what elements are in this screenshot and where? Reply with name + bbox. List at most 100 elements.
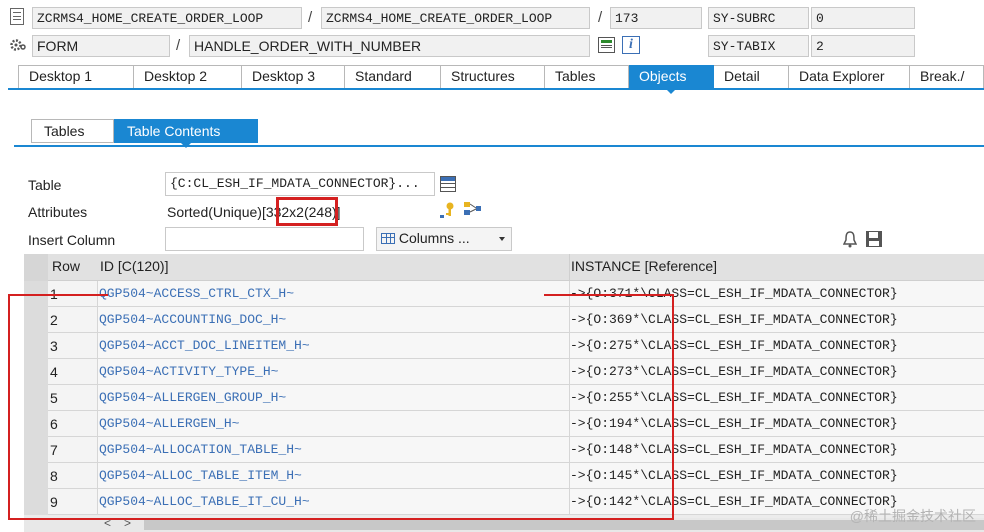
columns-button-label: Columns ... bbox=[398, 230, 470, 246]
include-field[interactable]: ZCRMS4_HOME_CREATE_ORDER_LOOP bbox=[321, 7, 590, 29]
attributes-label: Attributes bbox=[28, 204, 88, 220]
row-selector[interactable] bbox=[24, 307, 48, 333]
id-cell[interactable]: QGP504~ACCOUNTING_DOC_H~ bbox=[98, 307, 570, 333]
event-name-field[interactable]: HANDLE_ORDER_WITH_NUMBER bbox=[189, 35, 590, 57]
sy-tabix-value[interactable]: 2 bbox=[811, 35, 915, 57]
subtab-table-contents[interactable]: Table Contents bbox=[114, 119, 258, 148]
row-selector[interactable] bbox=[24, 437, 48, 463]
row-number: 5 bbox=[48, 385, 98, 411]
col-header-id[interactable]: ID [C(120)] bbox=[100, 258, 168, 274]
form-gear-icon bbox=[10, 38, 26, 52]
col-header-row[interactable]: Row bbox=[52, 258, 80, 274]
watermark-text: @稀土掘金技术社区 bbox=[849, 508, 976, 524]
horizontal-scrollbar[interactable]: < > bbox=[24, 516, 984, 532]
tab-standard[interactable]: Standard bbox=[345, 65, 441, 88]
row-selector[interactable] bbox=[24, 385, 48, 411]
table-display-icon[interactable] bbox=[440, 176, 456, 192]
table-row[interactable]: 3 QGP504~ACCT_DOC_LINEITEM_H~ ->{O:275*\… bbox=[24, 333, 984, 359]
id-cell[interactable]: QGP504~ALLERGEN_GROUP_H~ bbox=[98, 385, 570, 411]
dropdown-arrow-icon bbox=[499, 237, 505, 241]
instance-cell[interactable]: ->{O:148*\CLASS=CL_ESH_IF_MDATA_CONNECTO… bbox=[570, 437, 984, 463]
columns-button[interactable]: Columns ... bbox=[376, 227, 512, 251]
tab-breakpoints[interactable]: Break./ bbox=[910, 65, 984, 88]
table-row[interactable]: 6 QGP504~ALLERGEN_H~ ->{O:194*\CLASS=CL_… bbox=[24, 411, 984, 437]
sy-subrc-label: SY-SUBRC bbox=[708, 7, 809, 29]
tab-desktop-3[interactable]: Desktop 3 bbox=[242, 65, 345, 88]
table-row[interactable]: 9 QGP504~ALLOC_TABLE_IT_CU_H~ ->{O:142*\… bbox=[24, 489, 984, 515]
separator: / bbox=[308, 9, 313, 26]
table-header: Row ID [C(120)] INSTANCE [Reference] bbox=[24, 254, 984, 281]
line-field[interactable]: 173 bbox=[610, 7, 702, 29]
annotation-line bbox=[8, 294, 10, 520]
hierarchy-icon[interactable] bbox=[463, 200, 485, 218]
subtab-tables[interactable]: Tables bbox=[31, 119, 114, 143]
row-number: 9 bbox=[48, 489, 98, 515]
row-number: 2 bbox=[48, 307, 98, 333]
highlight-box bbox=[276, 197, 338, 226]
table-row[interactable]: 1 QGP504~ACCESS_CTRL_CTX_H~ ->{O:371*\CL… bbox=[24, 281, 984, 307]
row-number: 8 bbox=[48, 463, 98, 489]
instance-cell[interactable]: ->{O:255*\CLASS=CL_ESH_IF_MDATA_CONNECTO… bbox=[570, 385, 984, 411]
save-icon[interactable] bbox=[865, 230, 883, 248]
row-number: 7 bbox=[48, 437, 98, 463]
columns-grid-icon bbox=[381, 233, 395, 244]
separator: / bbox=[176, 37, 181, 54]
sy-subrc-value[interactable]: 0 bbox=[811, 7, 915, 29]
event-type-field[interactable]: FORM bbox=[32, 35, 170, 57]
instance-cell[interactable]: ->{O:369*\CLASS=CL_ESH_IF_MDATA_CONNECTO… bbox=[570, 307, 984, 333]
id-cell[interactable]: QGP504~ALLOCATION_TABLE_H~ bbox=[98, 437, 570, 463]
tab-tables[interactable]: Tables bbox=[545, 65, 629, 88]
tab-objects[interactable]: Objects bbox=[629, 65, 714, 94]
id-cell[interactable]: QGP504~ALLOC_TABLE_IT_CU_H~ bbox=[98, 489, 570, 515]
row-selector[interactable] bbox=[24, 359, 48, 385]
separator: / bbox=[598, 9, 603, 26]
table-row[interactable]: 7 QGP504~ALLOCATION_TABLE_H~ ->{O:148*\C… bbox=[24, 437, 984, 463]
insert-column-field[interactable] bbox=[165, 227, 364, 251]
tabs-divider bbox=[8, 88, 984, 90]
tab-detail[interactable]: Detail bbox=[714, 65, 789, 88]
instance-cell[interactable]: ->{O:275*\CLASS=CL_ESH_IF_MDATA_CONNECTO… bbox=[570, 333, 984, 359]
annotation-line bbox=[8, 294, 108, 296]
debugger-tabs: Desktop 1 Desktop 2 Desktop 3 Standard S… bbox=[18, 65, 984, 94]
bell-icon[interactable] bbox=[842, 230, 858, 248]
table-name-field[interactable]: {C:CL_ESH_IF_MDATA_CONNECTOR}... bbox=[165, 172, 435, 196]
tab-structures[interactable]: Structures bbox=[441, 65, 545, 88]
col-header-instance[interactable]: INSTANCE [Reference] bbox=[571, 258, 717, 274]
key-icon[interactable] bbox=[439, 201, 455, 219]
instance-cell[interactable]: ->{O:273*\CLASS=CL_ESH_IF_MDATA_CONNECTO… bbox=[570, 359, 984, 385]
tab-data-explorer[interactable]: Data Explorer bbox=[789, 65, 910, 88]
instance-cell[interactable]: ->{O:194*\CLASS=CL_ESH_IF_MDATA_CONNECTO… bbox=[570, 411, 984, 437]
row-selector[interactable] bbox=[24, 411, 48, 437]
header-divider bbox=[569, 254, 570, 281]
table-row[interactable]: 2 QGP504~ACCOUNTING_DOC_H~ ->{O:369*\CLA… bbox=[24, 307, 984, 333]
insert-column-label: Insert Column bbox=[28, 232, 116, 248]
tab-desktop-1[interactable]: Desktop 1 bbox=[18, 65, 134, 88]
id-cell[interactable]: QGP504~ALLOC_TABLE_ITEM_H~ bbox=[98, 463, 570, 489]
tab-desktop-2[interactable]: Desktop 2 bbox=[134, 65, 242, 88]
object-subtabs: Tables Table Contents bbox=[31, 119, 258, 148]
row-number: 4 bbox=[48, 359, 98, 385]
program-field[interactable]: ZCRMS4_HOME_CREATE_ORDER_LOOP bbox=[32, 7, 302, 29]
row-number: 6 bbox=[48, 411, 98, 437]
row-number: 3 bbox=[48, 333, 98, 359]
info-icon[interactable]: i bbox=[622, 36, 640, 54]
table-row[interactable]: 4 QGP504~ACTIVITY_TYPE_H~ ->{O:273*\CLAS… bbox=[24, 359, 984, 385]
table-label: Table bbox=[28, 177, 62, 193]
display-object-icon[interactable] bbox=[598, 37, 615, 53]
row-selector[interactable] bbox=[24, 333, 48, 359]
table-row[interactable]: 8 QGP504~ALLOC_TABLE_ITEM_H~ ->{O:145*\C… bbox=[24, 463, 984, 489]
id-cell[interactable]: QGP504~ACTIVITY_TYPE_H~ bbox=[98, 359, 570, 385]
id-cell[interactable]: QGP504~ACCESS_CTRL_CTX_H~ bbox=[98, 281, 570, 307]
annotation-line bbox=[544, 294, 674, 296]
row-selector[interactable] bbox=[24, 489, 48, 515]
source-code-icon bbox=[10, 8, 24, 25]
row-selector[interactable] bbox=[24, 463, 48, 489]
id-cell[interactable]: QGP504~ACCT_DOC_LINEITEM_H~ bbox=[98, 333, 570, 359]
table-row[interactable]: 5 QGP504~ALLERGEN_GROUP_H~ ->{O:255*\CLA… bbox=[24, 385, 984, 411]
annotation-line bbox=[8, 518, 674, 520]
sy-tabix-label: SY-TABIX bbox=[708, 35, 809, 57]
instance-cell[interactable]: ->{O:145*\CLASS=CL_ESH_IF_MDATA_CONNECTO… bbox=[570, 463, 984, 489]
id-cell[interactable]: QGP504~ALLERGEN_H~ bbox=[98, 411, 570, 437]
select-all-cell[interactable] bbox=[24, 254, 48, 281]
annotation-line bbox=[672, 294, 674, 520]
